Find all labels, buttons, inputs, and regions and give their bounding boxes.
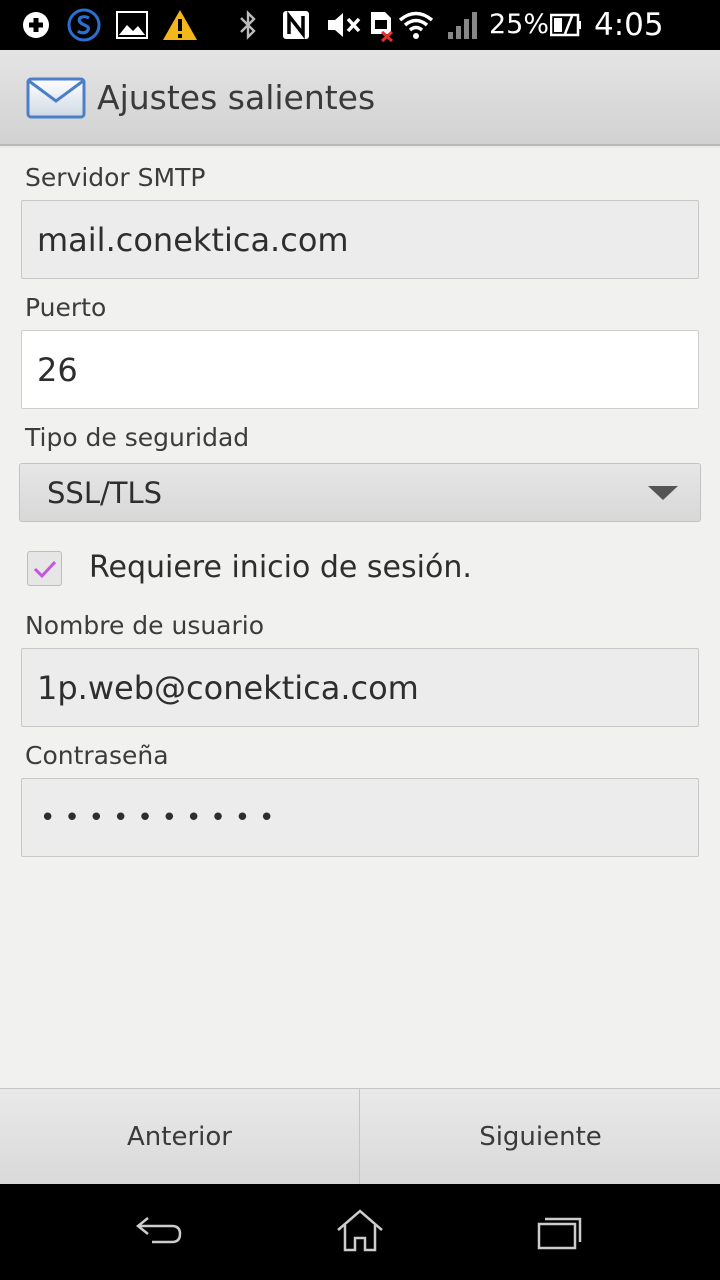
- security-type-label: Tipo de seguridad: [25, 423, 250, 452]
- wifi-icon: [398, 9, 434, 41]
- status-bar: 25% 4:05 pm: [0, 0, 720, 81]
- port-input[interactable]: 26: [21, 330, 699, 409]
- warning-icon: [162, 9, 198, 41]
- back-icon[interactable]: [134, 1208, 184, 1254]
- home-icon[interactable]: [335, 1208, 385, 1254]
- action-bar: Ajustes salientes: [0, 50, 720, 146]
- page-title: Ajustes salientes: [97, 78, 376, 117]
- require-login-label[interactable]: Requiere inicio de sesión.: [89, 549, 472, 587]
- checkmark-icon: [33, 560, 56, 578]
- sync-s-icon: [66, 8, 102, 42]
- password-input[interactable]: ••••••••••: [21, 778, 699, 857]
- username-input[interactable]: 1p.web@conektica.com: [21, 648, 699, 727]
- envelope-icon: [26, 76, 88, 120]
- smtp-server-input[interactable]: mail.conektica.com: [21, 200, 699, 279]
- image-icon: [115, 9, 149, 41]
- form-area: Servidor SMTP mail.conektica.com Puerto …: [0, 148, 720, 1088]
- previous-button[interactable]: Anterior: [0, 1089, 360, 1185]
- no-sim-icon: [369, 9, 395, 42]
- navigation-bar: [0, 1184, 720, 1280]
- battery-charging-icon: [549, 9, 583, 41]
- plus-icon: [20, 9, 52, 41]
- dropdown-arrow-icon: [648, 486, 678, 500]
- security-type-select[interactable]: SSL/TLS: [19, 463, 701, 522]
- nfc-icon: [281, 9, 311, 41]
- signal-icon: [446, 9, 480, 41]
- battery-percent: 25%: [489, 9, 550, 40]
- bluetooth-icon: [236, 9, 260, 41]
- recent-apps-icon[interactable]: [536, 1208, 586, 1254]
- port-label: Puerto: [25, 293, 107, 322]
- smtp-server-label: Servidor SMTP: [25, 163, 206, 192]
- password-label: Contraseña: [25, 741, 169, 770]
- security-type-value: SSL/TLS: [47, 476, 163, 510]
- require-login-checkbox[interactable]: [27, 551, 62, 586]
- button-bar: Anterior Siguiente: [0, 1088, 720, 1185]
- mute-icon: [326, 9, 362, 41]
- username-label: Nombre de usuario: [25, 611, 265, 640]
- next-button[interactable]: Siguiente: [361, 1089, 720, 1185]
